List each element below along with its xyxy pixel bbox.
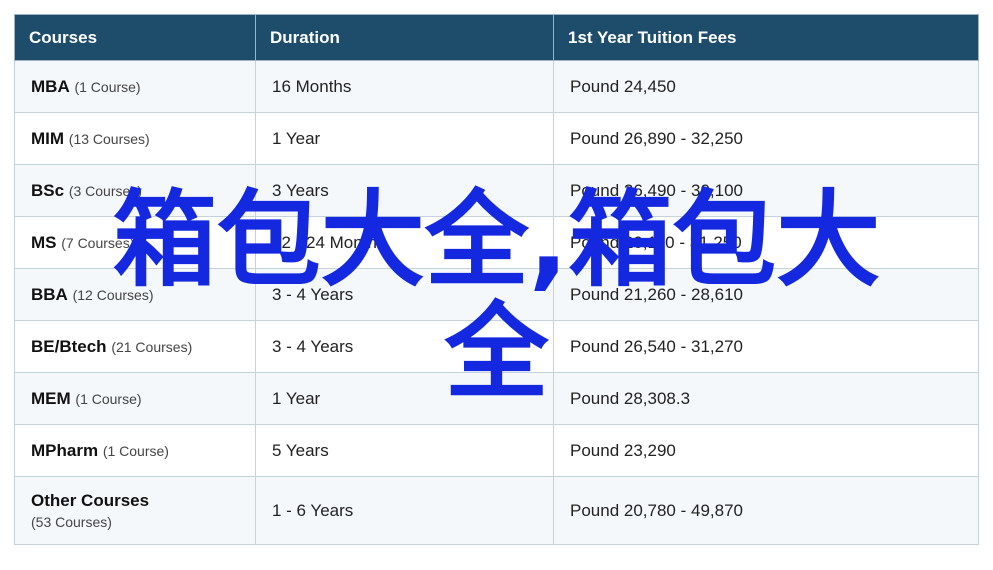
course-cell: BE/Btech (21 Courses) <box>14 320 256 373</box>
course-table-container: Courses Duration 1st Year Tuition Fees M… <box>14 14 979 545</box>
course-name[interactable]: Other Courses <box>31 491 149 510</box>
table-row: MPharm (1 Course) 5 Years Pound 23,290 <box>14 424 979 477</box>
table-body: MBA (1 Course) 16 Months Pound 24,450 MI… <box>14 60 979 545</box>
table-row: MS (7 Courses) 12 - 24 Months Pound 20,1… <box>14 216 979 269</box>
course-fees-table: Courses Duration 1st Year Tuition Fees M… <box>14 14 979 545</box>
duration-cell: 5 Years <box>255 424 554 477</box>
table-row: BE/Btech (21 Courses) 3 - 4 Years Pound … <box>14 320 979 373</box>
fee-cell: Pound 23,290 <box>553 424 979 477</box>
table-row: MIM (13 Courses) 1 Year Pound 26,890 - 3… <box>14 112 979 165</box>
course-cell: MBA (1 Course) <box>14 60 256 113</box>
table-row: MEM (1 Course) 1 Year Pound 28,308.3 <box>14 372 979 425</box>
duration-cell: 12 - 24 Months <box>255 216 554 269</box>
course-name[interactable]: MPharm <box>31 441 98 460</box>
fee-cell: Pound 21,260 - 28,610 <box>553 268 979 321</box>
course-cell: MPharm (1 Course) <box>14 424 256 477</box>
header-courses: Courses <box>14 14 256 61</box>
table-row: BSc (3 Courses) 3 Years Pound 26,490 - 3… <box>14 164 979 217</box>
fee-cell: Pound 26,890 - 32,250 <box>553 112 979 165</box>
duration-cell: 1 Year <box>255 112 554 165</box>
course-cell: Other Courses (53 Courses) <box>14 476 256 545</box>
fee-cell: Pound 20,110 - 31,250 <box>553 216 979 269</box>
course-name[interactable]: MS <box>31 233 57 252</box>
course-count: (53 Courses) <box>31 514 112 530</box>
course-name[interactable]: BBA <box>31 285 68 304</box>
fee-cell: Pound 26,540 - 31,270 <box>553 320 979 373</box>
course-count: (7 Courses) <box>61 234 135 251</box>
duration-cell: 1 - 6 Years <box>255 476 554 545</box>
table-header: Courses Duration 1st Year Tuition Fees <box>14 14 979 61</box>
fee-cell: Pound 28,308.3 <box>553 372 979 425</box>
duration-cell: 3 - 4 Years <box>255 268 554 321</box>
header-duration: Duration <box>255 14 554 61</box>
header-tuition-fees: 1st Year Tuition Fees <box>553 14 979 61</box>
course-count: (12 Courses) <box>72 286 154 303</box>
course-cell: BSc (3 Courses) <box>14 164 256 217</box>
table-row: BBA (12 Courses) 3 - 4 Years Pound 21,26… <box>14 268 979 321</box>
header-row: Courses Duration 1st Year Tuition Fees <box>14 14 979 61</box>
course-count: (1 Course) <box>74 78 141 95</box>
course-name[interactable]: MEM <box>31 389 71 408</box>
fee-cell: Pound 20,780 - 49,870 <box>553 476 979 545</box>
course-count: (13 Courses) <box>68 130 150 147</box>
table-row: Other Courses (53 Courses) 1 - 6 Years Po… <box>14 476 979 545</box>
duration-cell: 1 Year <box>255 372 554 425</box>
course-cell: MIM (13 Courses) <box>14 112 256 165</box>
fee-cell: Pound 26,490 - 30,100 <box>553 164 979 217</box>
course-name[interactable]: BSc <box>31 181 64 200</box>
course-cell: MEM (1 Course) <box>14 372 256 425</box>
course-count: (21 Courses) <box>111 338 193 355</box>
course-count: (1 Course) <box>102 442 169 459</box>
course-name[interactable]: MIM <box>31 129 64 148</box>
duration-cell: 3 Years <box>255 164 554 217</box>
duration-cell: 3 - 4 Years <box>255 320 554 373</box>
duration-cell: 16 Months <box>255 60 554 113</box>
table-row: MBA (1 Course) 16 Months Pound 24,450 <box>14 60 979 113</box>
fee-cell: Pound 24,450 <box>553 60 979 113</box>
course-count: (3 Courses) <box>68 182 142 199</box>
course-cell: MS (7 Courses) <box>14 216 256 269</box>
course-count: (1 Course) <box>75 390 142 407</box>
course-cell: BBA (12 Courses) <box>14 268 256 321</box>
course-name[interactable]: BE/Btech <box>31 337 107 356</box>
course-name[interactable]: MBA <box>31 77 70 96</box>
